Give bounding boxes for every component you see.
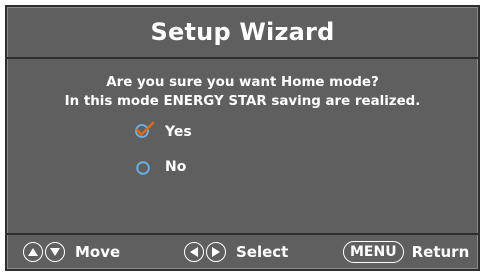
check-icon	[135, 121, 155, 140]
question-line-1: Are you sure you want Home mode?	[106, 75, 379, 90]
return-hint: MENU Return	[343, 239, 469, 265]
setup-wizard-dialog: Setup Wizard Are you sure you want Home …	[5, 5, 480, 271]
select-label: Select	[236, 243, 289, 261]
confirmation-question: Are you sure you want Home mode? In this…	[7, 73, 478, 111]
radio-circle-icon	[135, 159, 151, 175]
up-arrow-icon	[23, 242, 43, 262]
option-no[interactable]: No	[135, 157, 186, 177]
left-arrow-icon	[184, 242, 204, 262]
right-arrow-icon	[206, 242, 226, 262]
question-line-2: In this mode ENERGY STAR saving are real…	[64, 94, 421, 109]
title-bar: Setup Wizard	[7, 7, 478, 59]
option-yes[interactable]: Yes	[135, 121, 192, 142]
move-label: Move	[75, 243, 121, 261]
return-label: Return	[411, 243, 470, 261]
dialog-title: Setup Wizard	[150, 18, 335, 46]
footer-hints: Move Select MENU Return	[7, 233, 478, 269]
option-yes-label: Yes	[165, 124, 192, 140]
select-hint: Select	[184, 239, 288, 265]
move-hint: Move	[23, 239, 120, 265]
option-no-label: No	[165, 159, 187, 175]
down-arrow-icon	[45, 242, 65, 262]
menu-key: MENU	[343, 241, 404, 263]
